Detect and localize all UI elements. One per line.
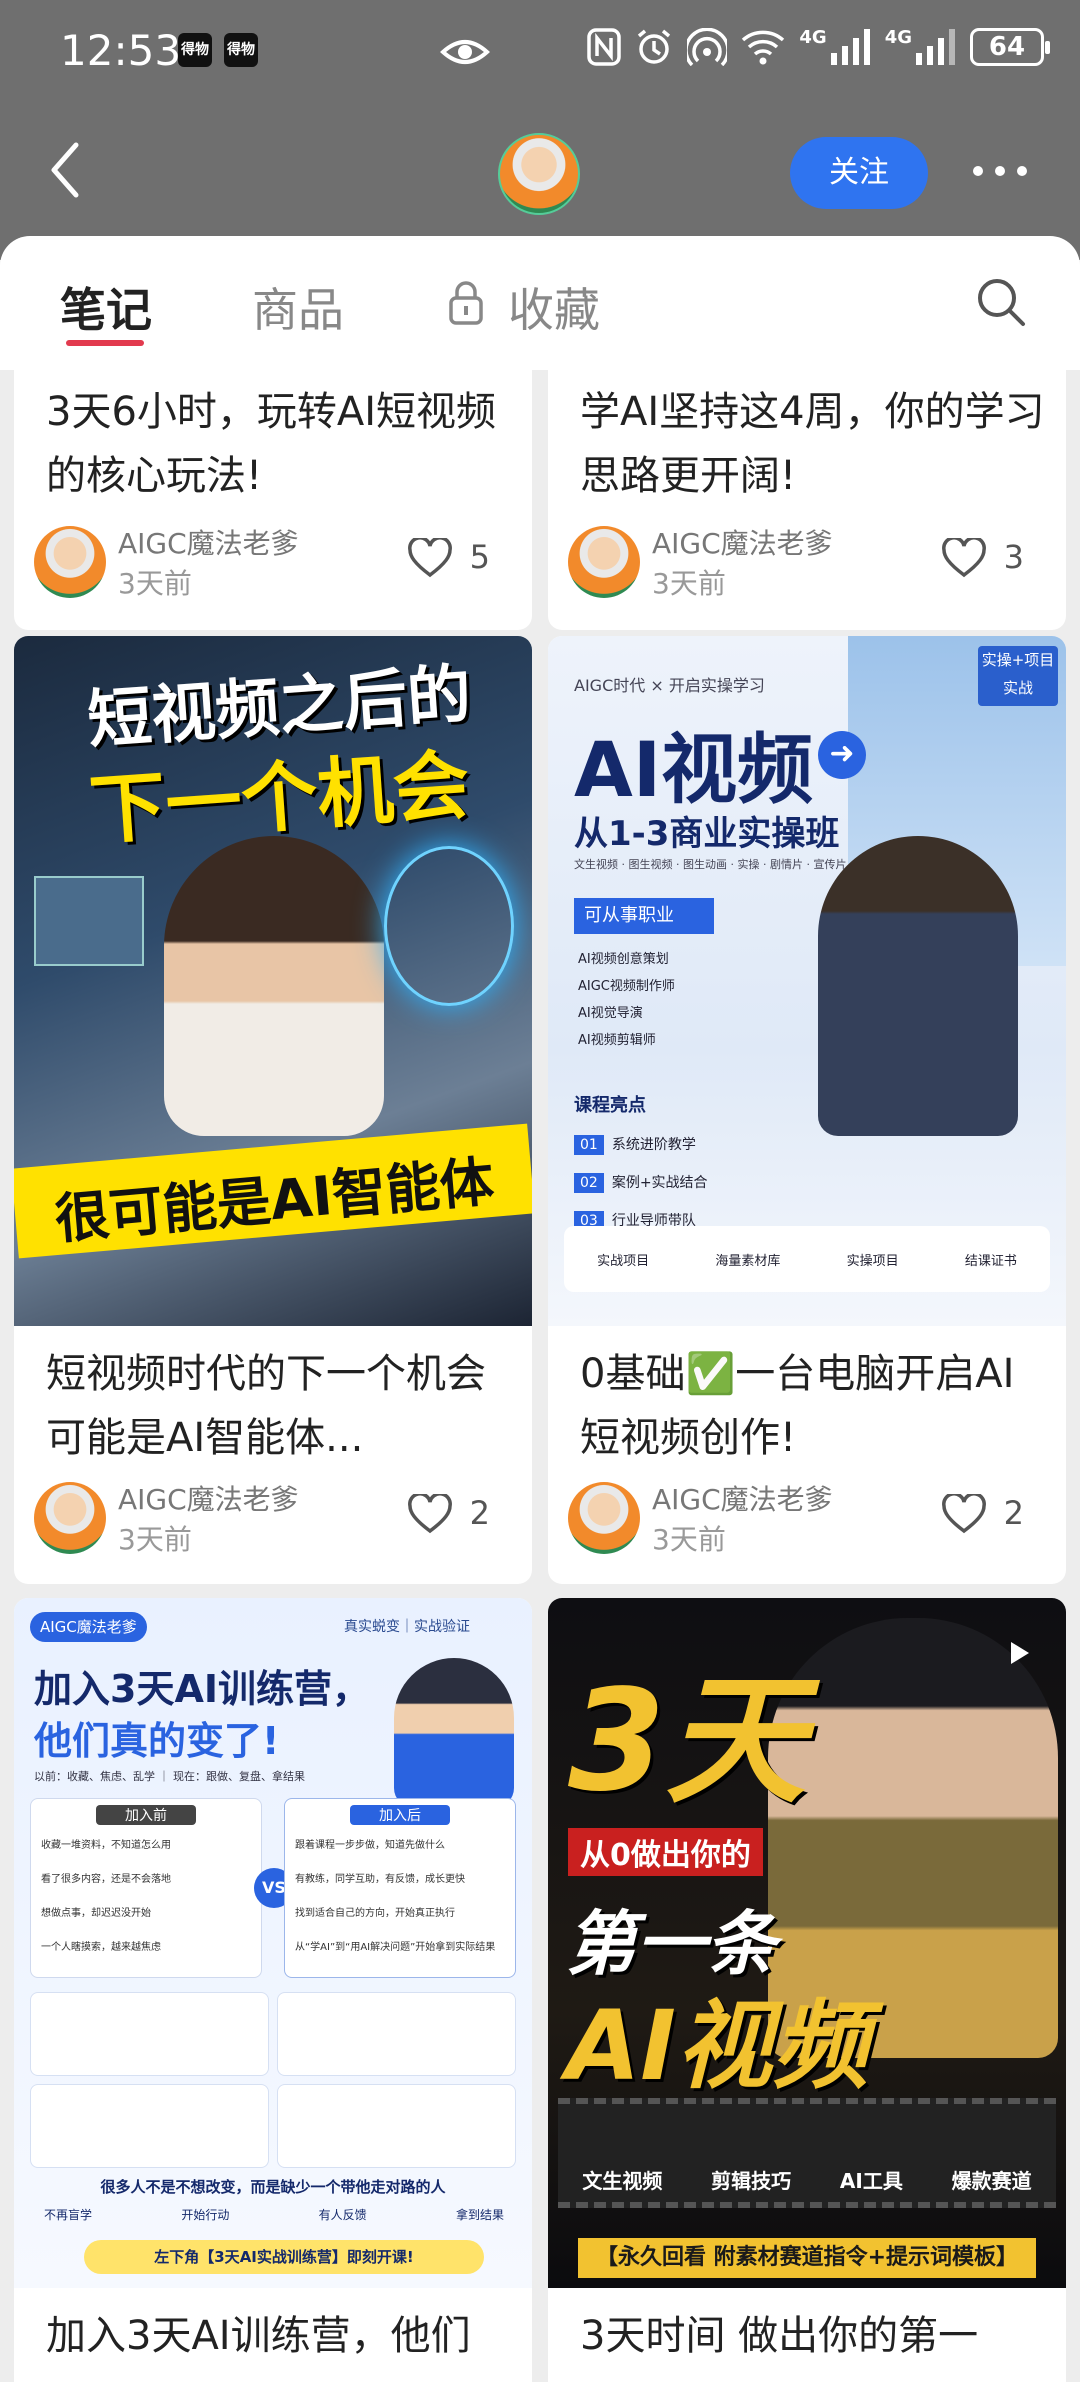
author-avatar bbox=[568, 526, 640, 598]
tab-notes[interactable]: 笔记 bbox=[60, 274, 152, 340]
play-icon bbox=[1011, 1642, 1029, 1664]
cover-testimonials bbox=[30, 1992, 516, 2168]
wifi-icon bbox=[742, 30, 785, 65]
note-title: 0基础✅一台电脑开启AI短视频创作! bbox=[580, 1351, 1015, 1461]
status-time: 12:53 bbox=[60, 26, 182, 75]
author-avatar bbox=[34, 1482, 106, 1554]
heart-icon[interactable] bbox=[942, 1494, 986, 1534]
author-avatar bbox=[568, 1482, 640, 1554]
status-bar: 12:53 得物 得物 4G 4G 64 bbox=[0, 0, 1080, 105]
note-card[interactable]: 3天6小时，玩转AI短视频的核心玩法! AIGC魔法老爹 3天前 5 bbox=[14, 370, 532, 630]
cover-headline: 3天 bbox=[568, 1660, 806, 1823]
author-name: AIGC魔法老爹 bbox=[118, 527, 299, 560]
cover-subheadline: 从1-3商业实操班 bbox=[574, 814, 840, 854]
cover-compare-text: 以前：收藏、焦虑、乱学 ｜ 现在：跟做、复盘、拿结果 bbox=[34, 1770, 305, 1783]
cover-ai-hologram bbox=[384, 846, 514, 1006]
profile-header: 关注 bbox=[0, 105, 1080, 235]
cover-tag: 真实蜕变｜实战验证 bbox=[344, 1619, 470, 1635]
profile-tabs: 笔记 商品 收藏 bbox=[0, 236, 1080, 370]
active-tab-indicator bbox=[66, 340, 144, 346]
cover-person-illustration bbox=[164, 836, 384, 1136]
note-cover-image: 实操+项目实战 AIGC时代 × 开启实操学习 AI视频 ➜ 从1-3商业实操班… bbox=[548, 636, 1066, 1326]
status-icons: 4G 4G 64 bbox=[587, 28, 1050, 66]
app-notification-icon: 得物 bbox=[178, 33, 212, 67]
heart-icon[interactable] bbox=[942, 538, 986, 578]
note-title: 3天时间 做出你的第一 bbox=[580, 2313, 979, 2359]
cover-film-strip: 文生视频 剪辑技巧 AI工具 爆款赛道 bbox=[558, 2098, 1056, 2208]
note-card[interactable]: 实操+项目实战 AIGC时代 × 开启实操学习 AI视频 ➜ 从1-3商业实操班… bbox=[548, 636, 1066, 1584]
like-count: 2 bbox=[1003, 1494, 1024, 1532]
note-card[interactable]: 3天 从0做出你的 第一条 AI视频 文生视频 剪辑技巧 AI工具 爆款赛道 【… bbox=[548, 1598, 1066, 2382]
cover-badge: 实操+项目实战 bbox=[978, 646, 1058, 706]
back-arrow-icon[interactable] bbox=[40, 135, 90, 205]
cover-person-illustration bbox=[394, 1658, 514, 1808]
follow-button[interactable]: 关注 bbox=[790, 137, 928, 209]
cover-headline: AI视频 bbox=[574, 725, 814, 814]
cover-steps: 不再盲学 开始行动 有人反馈 拿到结果 bbox=[44, 2208, 504, 2222]
note-cover-image: 3天 从0做出你的 第一条 AI视频 文生视频 剪辑技巧 AI工具 爆款赛道 【… bbox=[548, 1598, 1066, 2288]
cover-headline: 他们真的变了! bbox=[34, 1719, 280, 1763]
note-title: 学AI坚持这4周，你的学习思路更开阔! bbox=[580, 389, 1045, 499]
author-row: AIGC魔法老爹 3天前 2 bbox=[14, 1476, 504, 1556]
cover-brand: AIGC魔法老爹 bbox=[30, 1612, 147, 1642]
cover-cta: 左下角【3天AI实战训练营】即刻开课! bbox=[84, 2240, 484, 2274]
note-title: 3天6小时，玩转AI短视频的核心玩法! bbox=[46, 389, 497, 499]
heart-icon[interactable] bbox=[408, 1494, 452, 1534]
author-name: AIGC魔法老爹 bbox=[118, 1483, 299, 1516]
author-row: AIGC魔法老爹 3天前 3 bbox=[548, 520, 1038, 600]
post-time: 3天前 bbox=[118, 567, 192, 600]
cover-brand: AIGC时代 × 开启实操学习 bbox=[574, 676, 765, 695]
cover-headline: 加入3天AI训练营， bbox=[34, 1667, 370, 1711]
author-avatar bbox=[34, 526, 106, 598]
note-title: 加入3天AI训练营，他们 bbox=[46, 2313, 471, 2359]
cover-quote: 很多人不是不想改变，而是缺少一个带他走对路的人 bbox=[100, 2178, 446, 2196]
author-row: AIGC魔法老爹 3天前 5 bbox=[14, 520, 504, 600]
note-card[interactable]: AIGC魔法老爹 真实蜕变｜实战验证 加入3天AI训练营， 他们真的变了! 以前… bbox=[14, 1598, 532, 2382]
cover-after-box: 加入后 跟着课程一步步做，知道先做什么 有教练，同学互助，有反馈，成长更快 找到… bbox=[284, 1798, 516, 1978]
cover-tag: 从0做出你的 bbox=[568, 1828, 763, 1876]
note-title: 短视频时代的下一个机会 可能是AI智能体... bbox=[46, 1351, 486, 1461]
more-options-icon[interactable] bbox=[970, 163, 1030, 179]
cover-person-illustration bbox=[818, 836, 1018, 1136]
like-count: 5 bbox=[469, 538, 490, 576]
author-row: AIGC魔法老爹 3天前 2 bbox=[548, 1476, 1038, 1556]
hotspot-icon bbox=[687, 28, 728, 66]
heart-icon[interactable] bbox=[408, 538, 452, 578]
note-card[interactable]: 学AI坚持这4周，你的学习思路更开阔! AIGC魔法老爹 3天前 3 bbox=[548, 370, 1066, 630]
tab-favorites[interactable]: 收藏 bbox=[508, 274, 600, 340]
tab-products[interactable]: 商品 bbox=[252, 274, 344, 340]
post-time: 3天前 bbox=[652, 567, 726, 600]
author-name: AIGC魔法老爹 bbox=[652, 527, 833, 560]
notes-feed: 3天6小时，玩转AI短视频的核心玩法! AIGC魔法老爹 3天前 5 学AI坚持… bbox=[0, 370, 1080, 2382]
app-notification-icon: 得物 bbox=[224, 33, 258, 67]
cover-section-title: 可从事职业 bbox=[574, 898, 714, 934]
like-count: 3 bbox=[1003, 538, 1024, 576]
note-card[interactable]: 短视频之后的 下一个机会 很可能是AI智能体 短视频时代的下一个机会 可能是AI… bbox=[14, 636, 532, 1584]
cover-jobs-list: AI视频创意策划 AIGC视频制作师 AI视觉导演 AI视频剪辑师 bbox=[578, 952, 675, 1048]
cover-bottom-banner: 【永久回看 附素材赛道指令+提示词模板】 bbox=[578, 2238, 1036, 2278]
nfc-icon bbox=[587, 28, 622, 66]
battery-indicator: 64 bbox=[970, 28, 1050, 66]
note-cover-image: 短视频之后的 下一个机会 很可能是AI智能体 bbox=[14, 636, 532, 1326]
cover-footer-strip: 实战项目 海量素材库 实操项目 结课证书 bbox=[564, 1226, 1050, 1292]
arrow-right-icon: ➜ bbox=[818, 731, 866, 779]
post-time: 3天前 bbox=[652, 1523, 726, 1556]
signal-4g-icon: 4G bbox=[799, 29, 870, 65]
note-cover-image: AIGC魔法老爹 真实蜕变｜实战验证 加入3天AI训练营， 他们真的变了! 以前… bbox=[14, 1598, 532, 2288]
cover-before-box: 加入前 收藏一堆资料，不知道怎么用 看了很多内容，还是不会落地 想做点事，却迟迟… bbox=[30, 1798, 262, 1978]
cover-section-title: 课程亮点 bbox=[574, 1095, 646, 1116]
search-icon[interactable] bbox=[975, 276, 1027, 328]
cover-highlights-list: 01 系统进阶教学 02 案例+实战结合 03 行业导师带队 bbox=[574, 1126, 708, 1240]
like-count: 2 bbox=[469, 1494, 490, 1532]
signal-4g-icon: 4G bbox=[885, 29, 956, 65]
alarm-icon bbox=[638, 29, 671, 64]
author-name: AIGC魔法老爹 bbox=[652, 1483, 833, 1516]
profile-avatar[interactable] bbox=[498, 133, 580, 215]
cover-screen-graphic bbox=[34, 876, 144, 966]
post-time: 3天前 bbox=[118, 1523, 192, 1556]
cover-headline: AI视频 bbox=[566, 1990, 869, 2102]
eye-icon bbox=[440, 40, 490, 64]
lock-icon bbox=[449, 281, 483, 325]
